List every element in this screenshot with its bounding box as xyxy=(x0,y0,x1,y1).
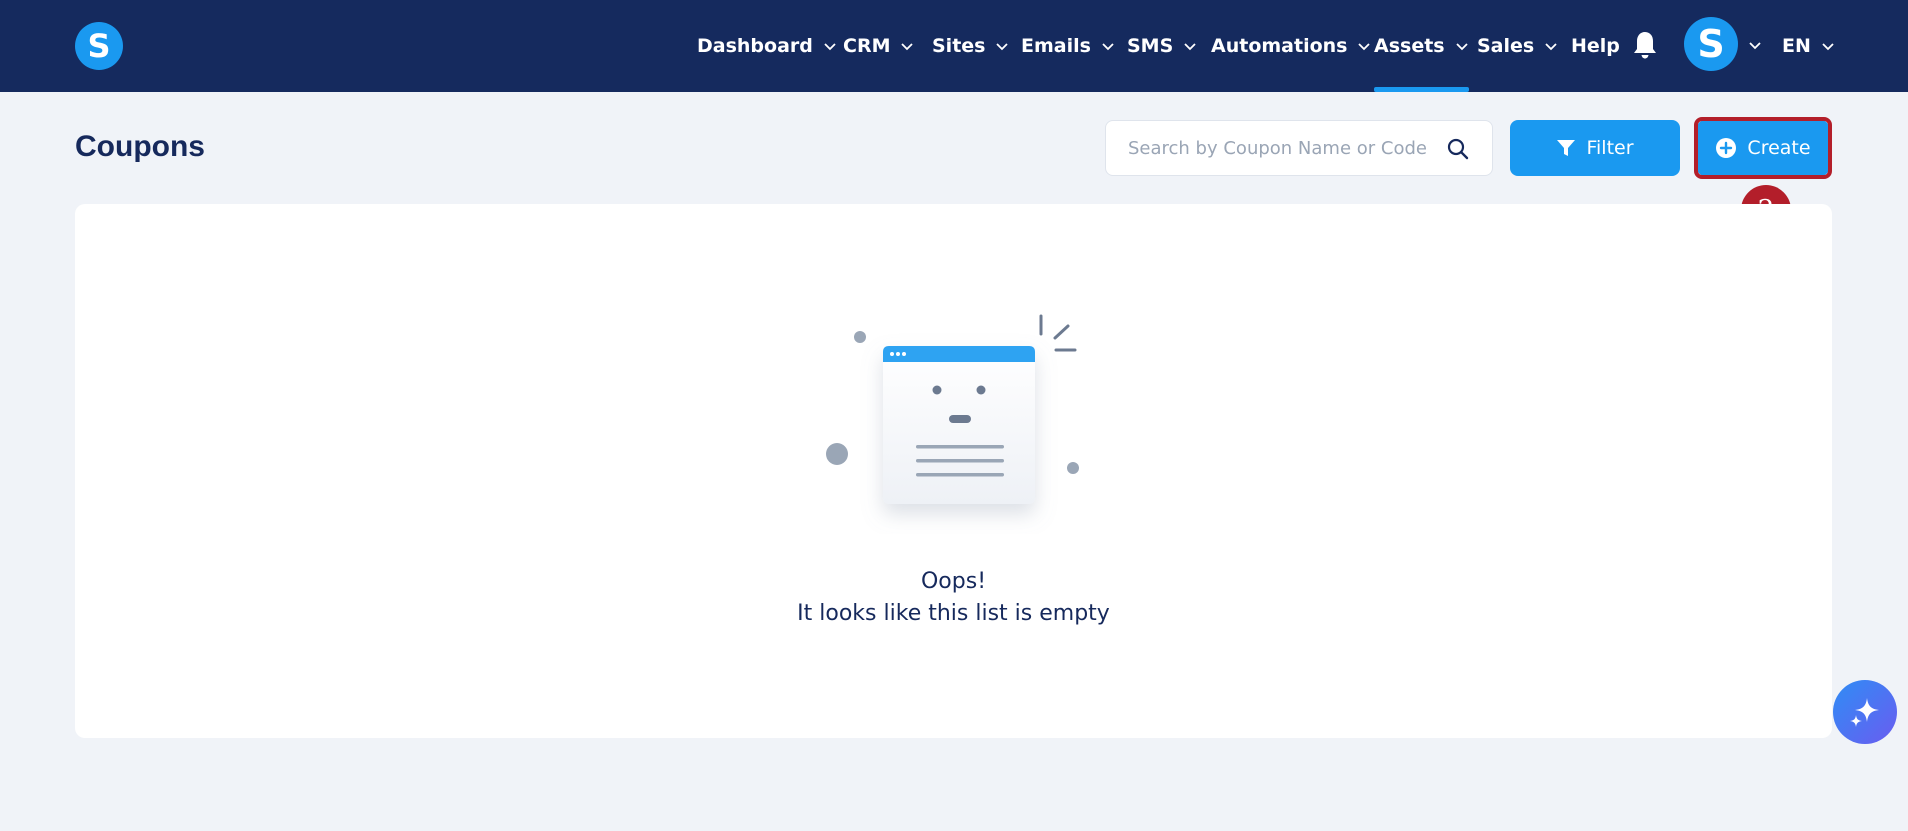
create-button-label: Create xyxy=(1747,137,1811,159)
ai-assistant-button[interactable] xyxy=(1833,680,1897,744)
empty-list-illustration-icon xyxy=(826,314,1079,504)
nav-item-label: Automations xyxy=(1211,35,1348,57)
user-avatar[interactable]: S xyxy=(1684,17,1738,71)
nav-item-dashboard[interactable]: Dashboard xyxy=(697,0,837,92)
nav-item-label: Help xyxy=(1571,35,1620,57)
bell-icon[interactable] xyxy=(1632,30,1658,60)
chevron-down-icon xyxy=(996,43,1009,51)
nav-item-label: Assets xyxy=(1374,35,1445,57)
nav-item-label: Emails xyxy=(1021,35,1091,57)
nav-item-label: Sales xyxy=(1477,35,1535,57)
chevron-down-icon xyxy=(1455,43,1468,51)
nav-item-sms[interactable]: SMS xyxy=(1127,0,1197,92)
filter-button-label: Filter xyxy=(1586,137,1634,159)
search-icon[interactable] xyxy=(1446,137,1470,161)
sparkles-icon xyxy=(1850,698,1879,727)
nav-item-label: Sites xyxy=(932,35,986,57)
nav-item-label: CRM xyxy=(843,35,891,57)
chevron-down-icon xyxy=(901,43,914,51)
chevron-down-icon xyxy=(1822,43,1834,51)
nav-item-emails[interactable]: Emails xyxy=(1021,0,1115,92)
page-title: Coupons xyxy=(75,130,205,163)
chevron-down-icon[interactable] xyxy=(1748,38,1762,52)
nav-item-automations[interactable]: Automations xyxy=(1211,0,1371,92)
plus-circle-icon xyxy=(1716,138,1737,158)
nav-item-help[interactable]: Help xyxy=(1571,0,1620,92)
chevron-down-icon xyxy=(1102,43,1114,51)
nav-item-label: Dashboard xyxy=(697,35,813,57)
chevron-down-icon xyxy=(824,43,836,51)
nav-item-sales[interactable]: Sales xyxy=(1477,0,1558,92)
language-label: EN xyxy=(1782,35,1811,57)
search-box xyxy=(1105,120,1493,176)
empty-state-title: Oops! xyxy=(920,569,987,594)
search-input[interactable] xyxy=(1128,121,1438,175)
main-nav: Dashboard CRM Sites Emails SMS Automatio… xyxy=(0,0,1908,92)
filter-button[interactable]: Filter xyxy=(1510,120,1680,176)
nav-item-crm[interactable]: CRM xyxy=(843,0,914,92)
nav-item-assets[interactable]: Assets xyxy=(1374,0,1469,92)
chevron-down-icon xyxy=(1358,43,1371,51)
nav-item-label: SMS xyxy=(1127,35,1174,57)
empty-state-subtitle: It looks like this list is empty xyxy=(797,601,1110,626)
top-navigation-bar: S Dashboard CRM Sites Emails SMS Automat… xyxy=(0,0,1908,92)
nav-item-sites[interactable]: Sites xyxy=(932,0,1009,92)
chevron-down-icon xyxy=(1545,43,1557,51)
coupons-list-card: Oops! It looks like this list is empty xyxy=(75,204,1832,738)
language-selector[interactable]: EN xyxy=(1782,0,1835,92)
chevron-down-icon xyxy=(1184,43,1196,51)
filter-icon xyxy=(1557,140,1576,156)
create-button[interactable]: Create xyxy=(1697,120,1829,176)
